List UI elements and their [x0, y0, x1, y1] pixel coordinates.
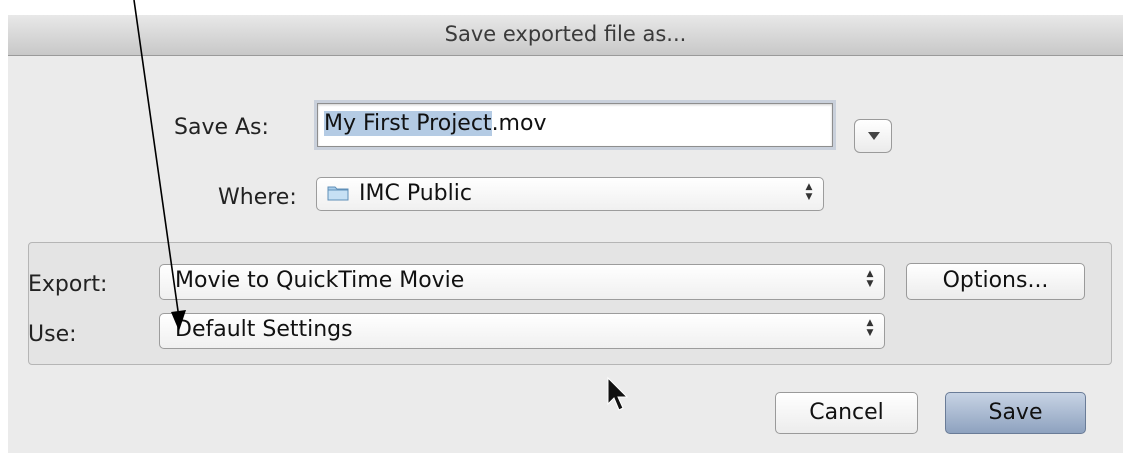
annotation-arrow-head — [171, 310, 186, 331]
annotation-arrow-line — [133, 0, 180, 319]
mouse-cursor-icon — [607, 376, 629, 411]
annotation-overlay — [133, 0, 629, 411]
